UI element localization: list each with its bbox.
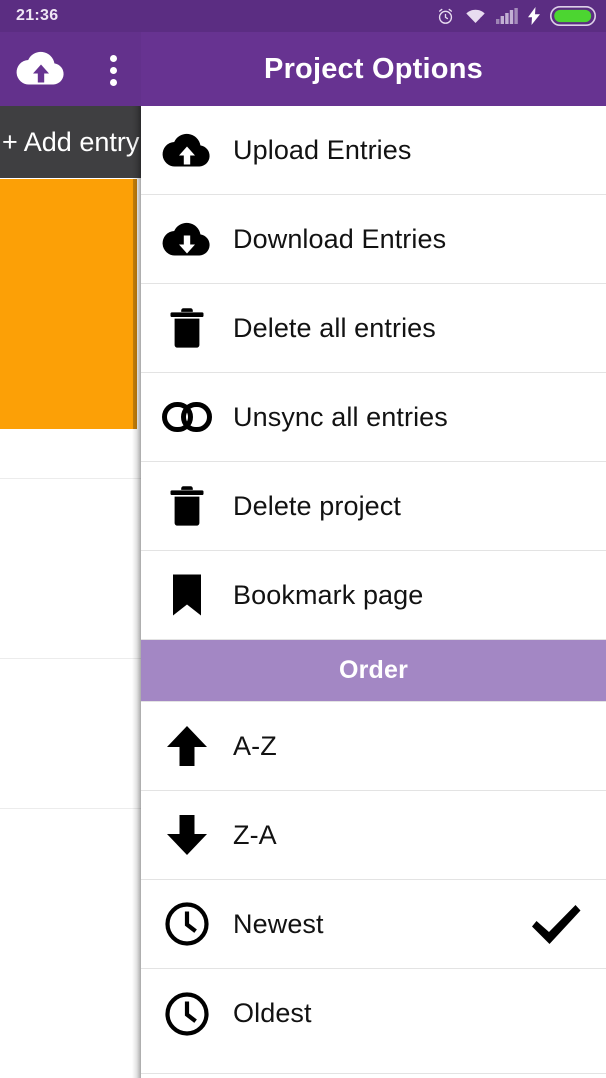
entry-card-highlighted[interactable]: [0, 179, 137, 429]
app-bar-left-section: [0, 32, 141, 106]
cloud-upload-icon: [14, 48, 68, 93]
alarm-clock-icon: [436, 7, 455, 26]
menu-item-sort-z-a[interactable]: Z-A: [141, 791, 606, 880]
menu-item-delete-project[interactable]: Delete project: [141, 462, 606, 551]
menu-item-label: Download Entries: [233, 223, 447, 254]
menu-item-label: Upload Entries: [233, 134, 412, 165]
overflow-dot-1: [109, 54, 117, 62]
menu-item-sort-a-z[interactable]: A-Z: [141, 702, 606, 791]
overflow-dot-2: [109, 66, 117, 74]
menu-item-delete-all-entries[interactable]: Delete all entries: [141, 284, 606, 373]
menu-item-sort-oldest[interactable]: Oldest: [141, 969, 606, 1058]
menu-item-label: Unsync all entries: [233, 401, 448, 432]
battery-icon: [550, 6, 596, 26]
bg-list-divider: [0, 658, 141, 659]
link-icon: [141, 373, 233, 462]
clock-icon: [141, 969, 233, 1058]
add-entry-button[interactable]: + Add entry: [0, 106, 141, 178]
add-entry-label: + Add entry: [2, 126, 140, 157]
selected-check-icon: [528, 880, 584, 969]
cloud-download-icon: [141, 195, 233, 284]
menu-item-label: Oldest: [233, 998, 312, 1028]
menu-item-label: A-Z: [233, 730, 277, 761]
section-header-order: Order: [141, 640, 606, 702]
section-header-label: Order: [338, 656, 409, 684]
app-bar: Project Options: [0, 32, 606, 106]
phone-screen: 21:36 Project Options + Add entry Upload…: [0, 0, 606, 1078]
status-bar-clock: 21:36: [16, 7, 59, 24]
menu-item-label: Z-A: [233, 819, 277, 850]
menu-item-upload-entries[interactable]: Upload Entries: [141, 106, 606, 195]
menu-item-download-entries[interactable]: Download Entries: [141, 195, 606, 284]
trash-icon: [141, 462, 233, 551]
charging-bolt-icon: [528, 7, 540, 25]
bg-list-divider: [0, 478, 141, 479]
status-bar: 21:36: [0, 0, 606, 32]
project-options-menu: Upload Entries Download Entries Delete a…: [141, 106, 606, 1078]
cloud-upload-icon: [141, 106, 233, 195]
menu-item-label: Delete all entries: [233, 312, 436, 343]
status-bar-icons: [436, 6, 596, 26]
menu-item-bookmark-page[interactable]: Bookmark page: [141, 551, 606, 640]
menu-item-sort-newest[interactable]: Newest: [141, 880, 606, 969]
bookmark-icon: [141, 551, 233, 640]
menu-item-unsync-all-entries[interactable]: Unsync all entries: [141, 373, 606, 462]
overflow-menu-button[interactable]: [98, 52, 128, 88]
overflow-dot-3: [109, 78, 117, 86]
menu-item-partial-next[interactable]: [141, 1058, 606, 1074]
drawer-shadow: [132, 106, 141, 1078]
trash-icon: [141, 284, 233, 373]
menu-item-label: Newest: [233, 908, 324, 939]
bg-list-divider: [0, 808, 141, 809]
signal-bars-icon: [496, 8, 518, 24]
arrow-up-icon: [141, 702, 233, 791]
wifi-icon: [465, 8, 486, 25]
clock-icon: [141, 880, 233, 969]
arrow-down-icon: [141, 791, 233, 880]
menu-item-label: Bookmark page: [233, 579, 424, 610]
page-title: Project Options: [264, 52, 483, 85]
background-screen: + Add entry: [0, 106, 141, 1078]
cloud-upload-button[interactable]: [16, 51, 66, 88]
menu-item-label: Delete project: [233, 490, 401, 521]
